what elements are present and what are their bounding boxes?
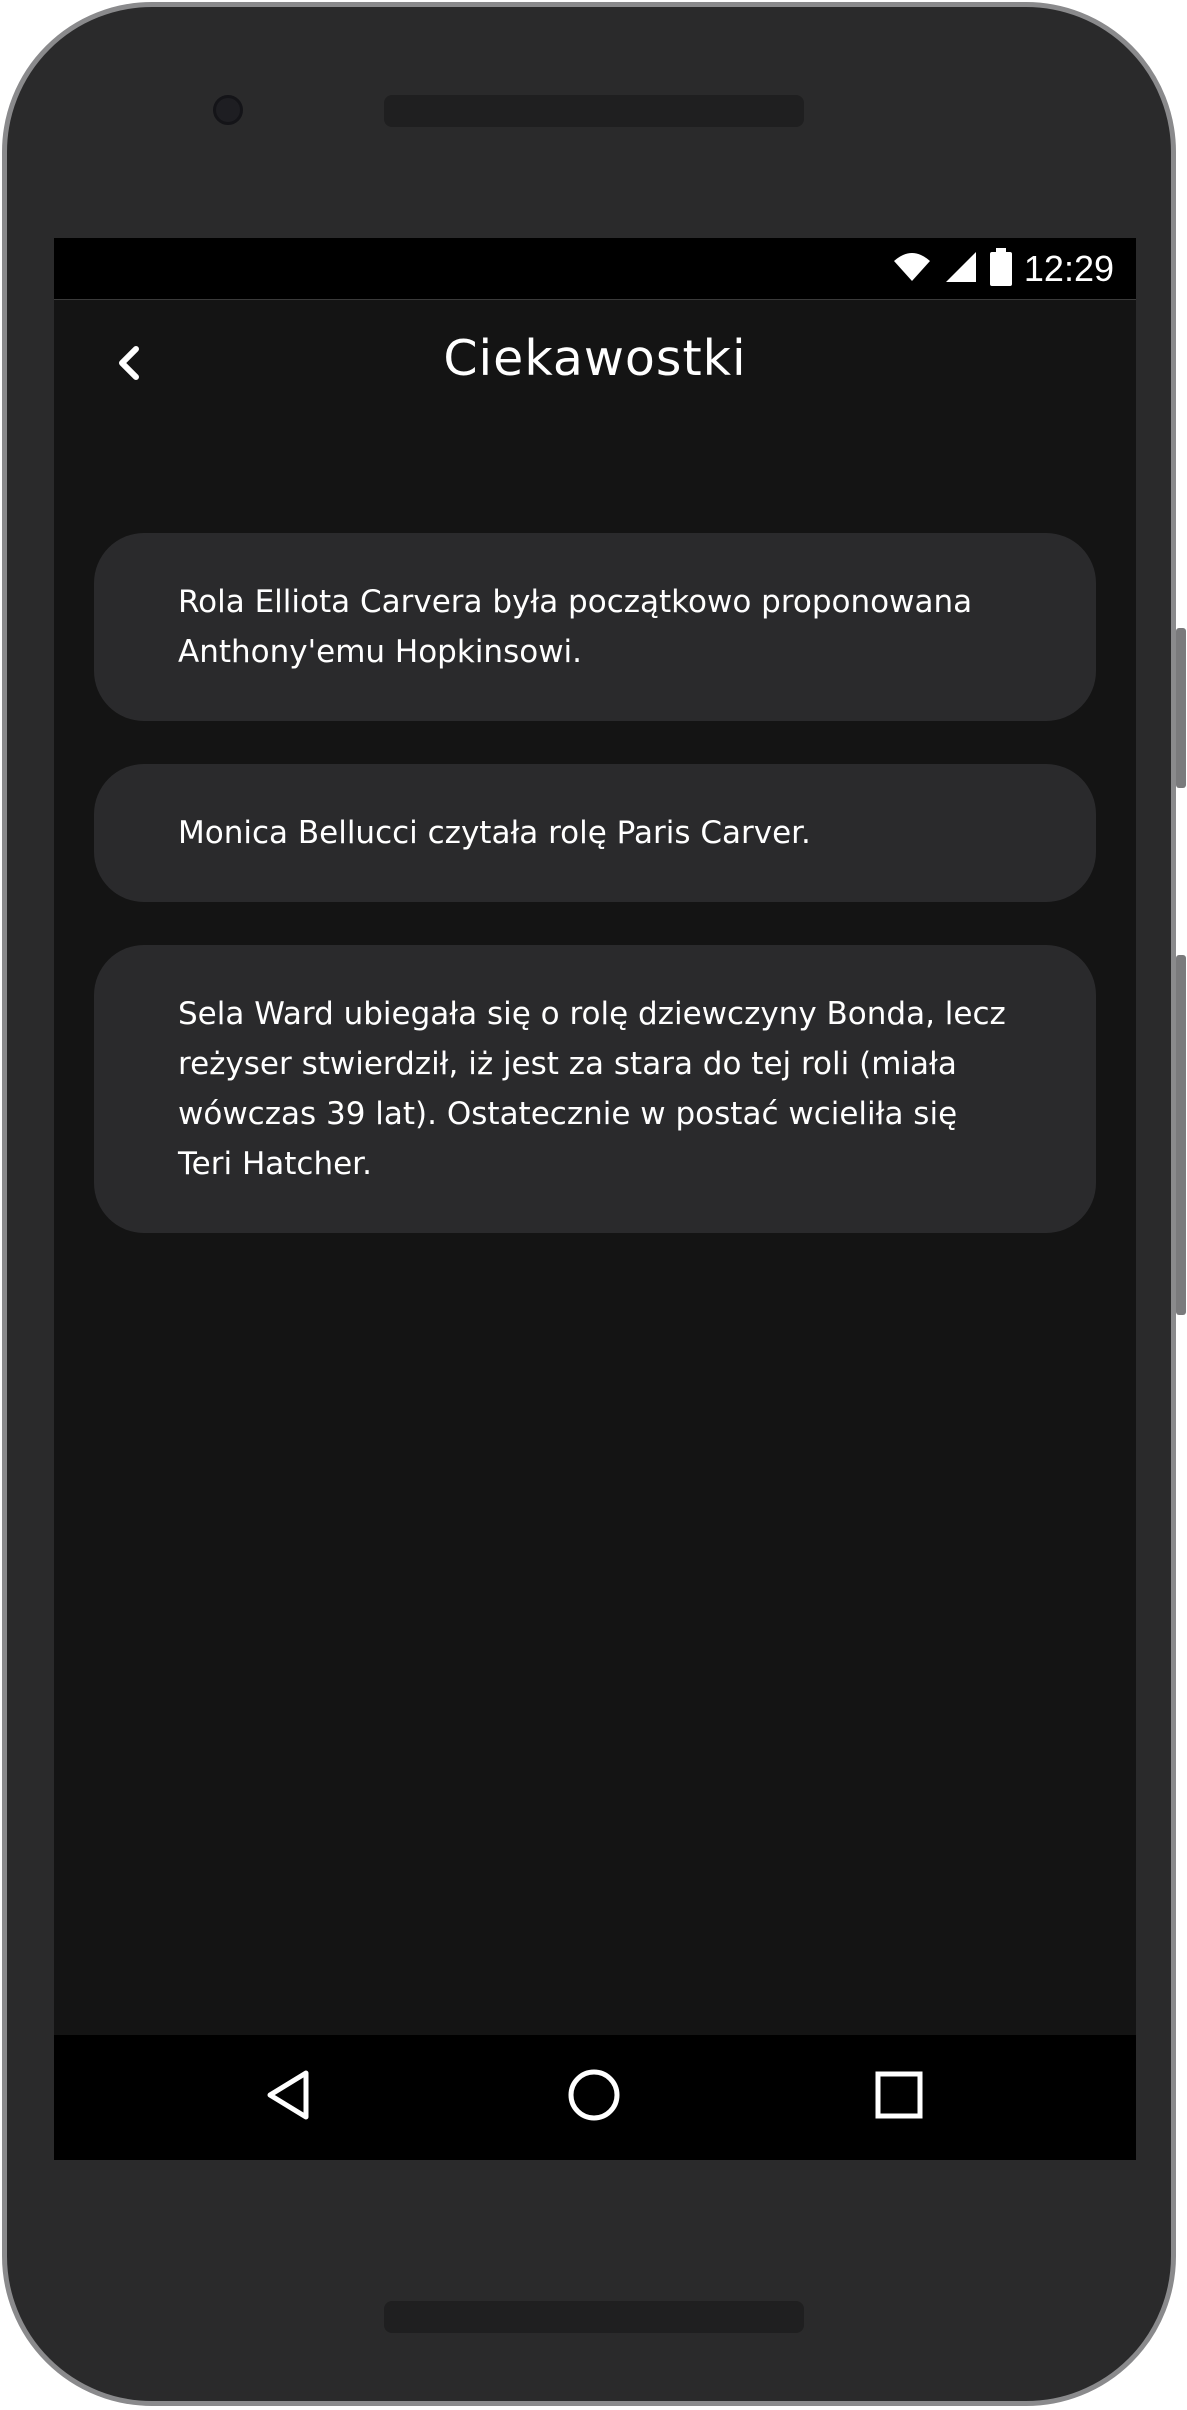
battery-icon [988, 247, 1014, 291]
earpiece-speaker [384, 95, 804, 127]
nav-recents-icon [871, 2067, 927, 2128]
nav-back-button[interactable] [250, 2057, 330, 2137]
screen: 12:29 Ciekawostki Rola Elliota Carvera b… [54, 238, 1136, 2160]
nav-home-icon [566, 2067, 622, 2128]
front-camera [213, 95, 243, 125]
nav-home-button[interactable] [554, 2057, 634, 2137]
phone-frame: 12:29 Ciekawostki Rola Elliota Carvera b… [2, 2, 1176, 2406]
trivia-card: Monica Bellucci czytała rolę Paris Carve… [94, 764, 1096, 902]
power-button [1176, 955, 1186, 1315]
trivia-card: Rola Elliota Carvera była początkowo pro… [94, 533, 1096, 721]
volume-button [1176, 628, 1186, 788]
trivia-text: Sela Ward ubiegała się o rolę dziewczyny… [178, 996, 1006, 1182]
status-bar: 12:29 [54, 238, 1136, 300]
nav-back-icon [262, 2067, 318, 2128]
bottom-speaker [384, 2301, 804, 2333]
trivia-text: Rola Elliota Carvera była początkowo pro… [178, 584, 973, 670]
status-time: 12:29 [1023, 248, 1114, 289]
navigation-bar [54, 2035, 1136, 2160]
trivia-text: Monica Bellucci czytała rolę Paris Carve… [178, 815, 811, 851]
wifi-icon [892, 251, 932, 288]
trivia-list: Rola Elliota Carvera była początkowo pro… [94, 533, 1096, 1276]
app-bar: Ciekawostki [54, 300, 1136, 450]
nav-recents-button[interactable] [859, 2057, 939, 2137]
cell-signal-icon [942, 250, 978, 289]
trivia-card: Sela Ward ubiegała się o rolę dziewczyny… [94, 945, 1096, 1233]
page-title: Ciekawostki [443, 330, 747, 387]
